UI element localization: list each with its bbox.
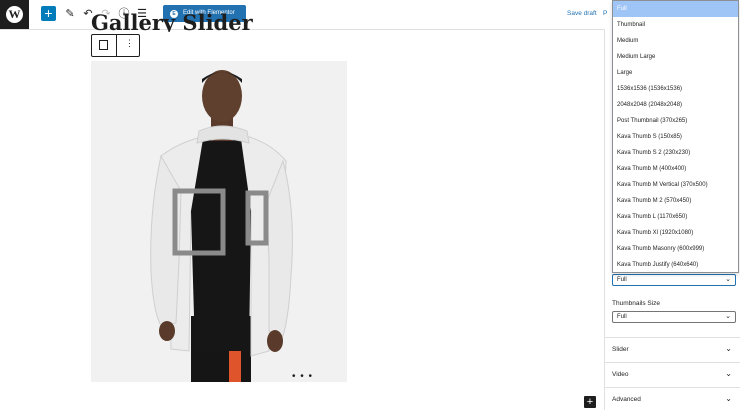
dropdown-option[interactable]: Kava Thumb M (400x400) <box>613 161 738 177</box>
dropdown-option[interactable]: Kava Thumb L (1170x650) <box>613 209 738 225</box>
block-inserter-button[interactable]: + <box>584 396 596 408</box>
thumbnails-size-label: Thumbnails Size <box>612 300 661 307</box>
dropdown-option[interactable]: Full <box>613 1 738 17</box>
dropdown-option[interactable]: Kava Thumb M 2 (570x450) <box>613 193 738 209</box>
dropdown-option[interactable]: Medium <box>613 33 738 49</box>
thumbnails-size-value: Full <box>617 314 627 320</box>
more-options-icon[interactable]: ⋮ <box>125 38 134 49</box>
dropdown-option[interactable]: Large <box>613 65 738 81</box>
dropdown-option[interactable]: Kava Thumb S (150x85) <box>613 129 738 145</box>
panel-slider[interactable]: Slider ⌄ <box>604 337 740 362</box>
chevron-down-icon: ⌄ <box>725 394 732 403</box>
dropdown-option[interactable]: Kava Thumb S 2 (230x230) <box>613 145 738 161</box>
image-size-select[interactable]: Full ⌄ <box>612 274 736 286</box>
panel-advanced-title: Advanced <box>612 396 641 403</box>
dropdown-option[interactable]: Kava Thumb Masonry (600x999) <box>613 241 738 257</box>
add-block-button[interactable]: + <box>41 6 56 21</box>
dropdown-option[interactable]: 2048x2048 (2048x2048) <box>613 97 738 113</box>
gallery-dots[interactable]: • • • <box>292 371 313 382</box>
panel-advanced[interactable]: Advanced ⌄ <box>604 387 740 412</box>
panel-video-title: Video <box>612 371 629 378</box>
gallery-slider-image[interactable] <box>91 61 347 382</box>
chevron-down-icon: ⌄ <box>725 313 731 320</box>
post-title[interactable]: Gallery Slider <box>91 10 253 32</box>
dropdown-option[interactable]: Medium Large <box>613 49 738 65</box>
dropdown-option[interactable]: Post Thumbnail (370x265) <box>613 113 738 129</box>
toolbar-divider <box>116 35 117 56</box>
dropdown-option[interactable]: Kava Thumb Justify (640x640) <box>613 257 738 272</box>
panel-video[interactable]: Video ⌄ <box>604 362 740 387</box>
dropdown-option[interactable]: Thumbnail <box>613 17 738 33</box>
save-draft-link[interactable]: Save draft <box>567 10 597 17</box>
thumbnails-size-select[interactable]: Full ⌄ <box>612 311 736 323</box>
block-toolbar: ⋮ <box>91 34 140 57</box>
dropdown-option[interactable]: 1536x1536 (1536x1536) <box>613 81 738 97</box>
image-size-value: Full <box>617 277 627 283</box>
block-type-icon[interactable] <box>99 40 108 50</box>
panel-slider-title: Slider <box>612 346 629 353</box>
dropdown-option[interactable]: Kava Thumb Xl (1920x1080) <box>613 225 738 241</box>
chevron-down-icon: ⌄ <box>725 276 731 283</box>
chevron-down-icon: ⌄ <box>725 344 732 353</box>
image-size-dropdown[interactable]: Full Thumbnail Medium Medium Large Large… <box>612 0 739 273</box>
chevron-down-icon: ⌄ <box>725 369 732 378</box>
wordpress-logo-icon[interactable]: W <box>0 0 29 29</box>
dropdown-option[interactable]: Kava Thumb M Vertical (370x500) <box>613 177 738 193</box>
model-photo <box>91 61 347 382</box>
preview-link[interactable]: P <box>603 10 607 17</box>
pencil-tools-icon[interactable]: ✎ <box>63 6 77 22</box>
